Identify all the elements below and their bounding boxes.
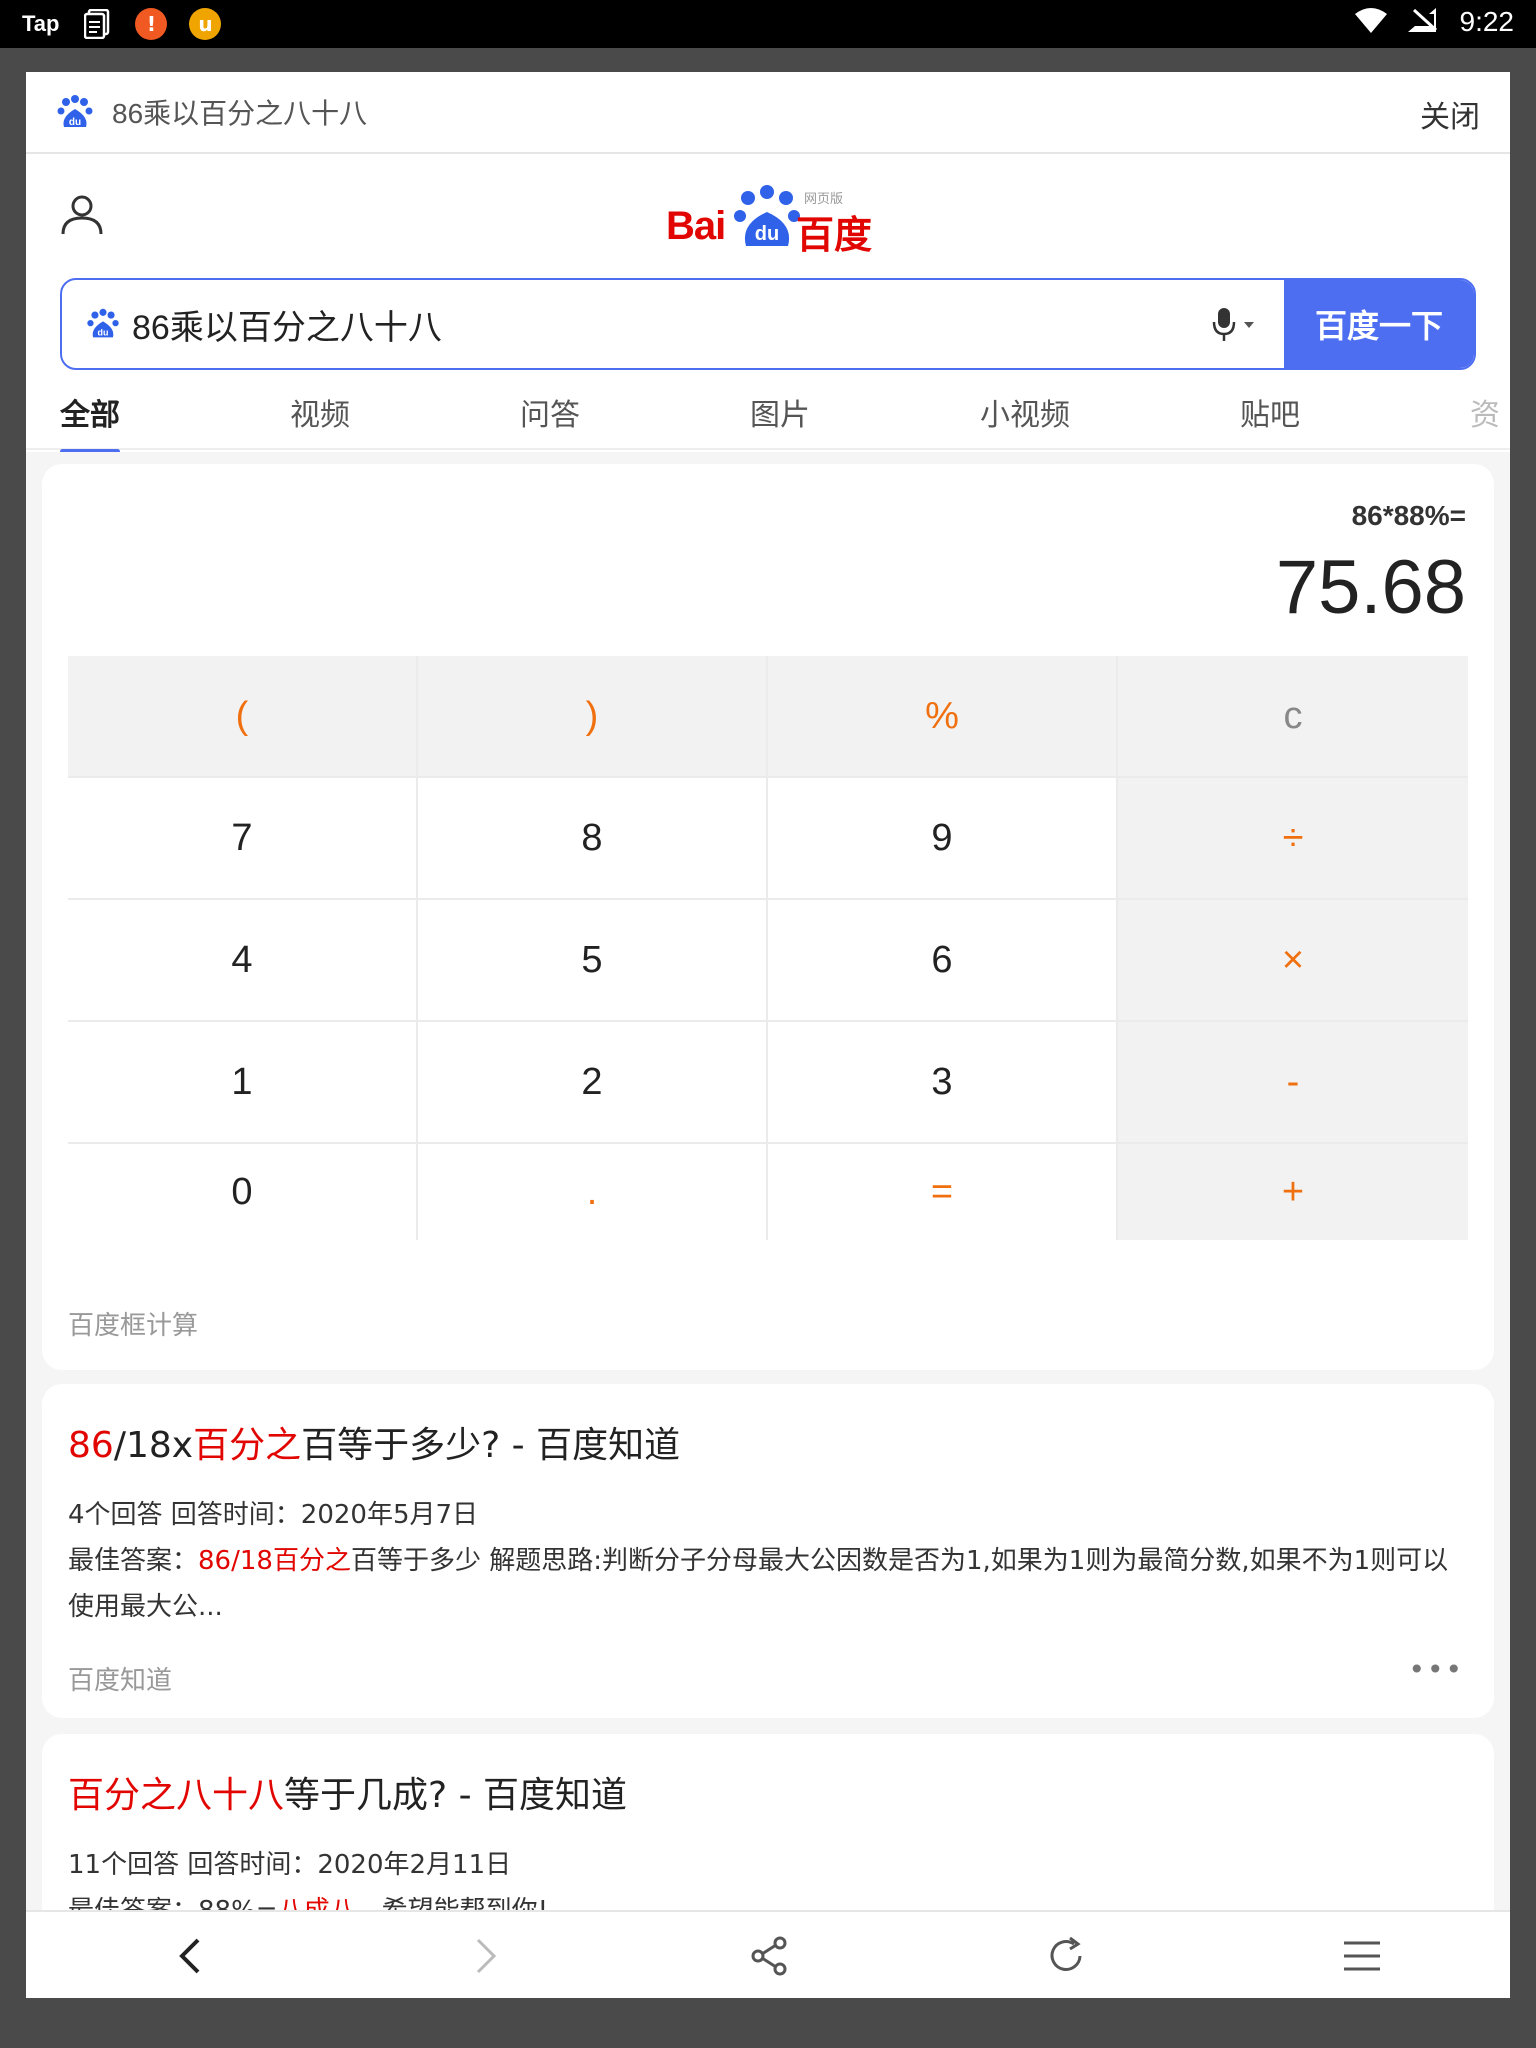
u-app-icon: u bbox=[189, 8, 222, 40]
search-box: du 86乘以百分之八十八 百度一下 bbox=[60, 278, 1476, 370]
tab-video[interactable]: 视频 bbox=[290, 390, 350, 434]
warning-icon: ! bbox=[135, 8, 168, 40]
key-8[interactable]: 8 bbox=[418, 778, 768, 900]
calc-expression: 86*88%= bbox=[1351, 500, 1466, 531]
refresh-icon[interactable] bbox=[1042, 1932, 1090, 1980]
logo-du: du bbox=[755, 223, 779, 245]
back-icon[interactable] bbox=[168, 1932, 216, 1980]
key-plus[interactable]: + bbox=[1118, 1144, 1468, 1240]
query-text: 86乘以百分之八十八 bbox=[112, 98, 368, 129]
bottom-toolbar bbox=[26, 1910, 1510, 1998]
logo-bai: Bai bbox=[666, 204, 726, 248]
result-answer: 最佳答案：88%=八成八，希望能帮到你! bbox=[68, 1896, 549, 1912]
search-button[interactable]: 百度一下 bbox=[1284, 280, 1474, 368]
browser-window: du 86乘以百分之八十八 关闭 Bai du 网页版 百度 du 86乘以百分… bbox=[26, 72, 1510, 1998]
key-9[interactable]: 9 bbox=[768, 778, 1118, 900]
key-7[interactable]: 7 bbox=[68, 778, 418, 900]
tab-short-video[interactable]: 小视频 bbox=[980, 390, 1070, 434]
microphone-icon[interactable] bbox=[1208, 304, 1264, 344]
user-icon[interactable] bbox=[60, 192, 104, 236]
forward-icon[interactable] bbox=[460, 1932, 508, 1980]
key-clear[interactable]: c bbox=[1118, 656, 1468, 778]
key-close-paren[interactable]: ) bbox=[418, 656, 768, 778]
search-input[interactable]: 86乘以百分之八十八 bbox=[132, 300, 1208, 349]
key-percent[interactable]: % bbox=[768, 656, 1118, 778]
key-open-paren[interactable]: ( bbox=[68, 656, 418, 778]
svg-text:du: du bbox=[98, 328, 109, 338]
result-source: 百度知道 bbox=[68, 1666, 173, 1696]
logo-baidu-cn: 百度 bbox=[796, 213, 873, 257]
share-icon[interactable] bbox=[746, 1932, 794, 1980]
key-1[interactable]: 1 bbox=[68, 1022, 418, 1144]
key-3[interactable]: 3 bbox=[768, 1022, 1118, 1144]
tab-more[interactable]: 资 bbox=[1470, 390, 1500, 434]
result-title[interactable]: 百分之八十八等于几成? - 百度知道 bbox=[68, 1766, 1468, 1818]
search-result-1: 86/18x百分之百等于多少? - 百度知道 4个回答 回答时间：2020年5月… bbox=[42, 1384, 1494, 1718]
clock: 9:22 bbox=[1459, 6, 1515, 37]
key-4[interactable]: 4 bbox=[68, 900, 418, 1022]
search-result-2: 百分之八十八等于几成? - 百度知道 11个回答 回答时间：2020年2月11日… bbox=[42, 1734, 1494, 1912]
key-minus[interactable]: - bbox=[1118, 1022, 1468, 1144]
search-paw-icon: du bbox=[86, 307, 120, 341]
wifi-icon bbox=[1354, 6, 1388, 38]
more-options-icon[interactable]: ••• bbox=[1408, 1653, 1464, 1686]
key-2[interactable]: 2 bbox=[418, 1022, 768, 1144]
tab-qa[interactable]: 问答 bbox=[520, 390, 580, 434]
baidu-logo: Bai du 网页版 百度 bbox=[666, 184, 886, 257]
no-signal-icon bbox=[1406, 6, 1442, 38]
tab-tieba[interactable]: 贴吧 bbox=[1240, 390, 1300, 434]
key-multiply[interactable]: × bbox=[1118, 900, 1468, 1022]
tap-app-label: Tap bbox=[22, 11, 60, 36]
results-area: 86*88%= 75.68 ( ) % c 7 8 9 ÷ 4 5 6 × 1 … bbox=[26, 452, 1510, 1912]
key-divide[interactable]: ÷ bbox=[1118, 778, 1468, 900]
svg-text:du: du bbox=[69, 117, 81, 128]
header: Bai du 网页版 百度 bbox=[26, 154, 1510, 274]
result-answer: 最佳答案：86/18百分之百等于多少 解题思路:判断分子分母最大公因数是否为1,… bbox=[68, 1546, 1449, 1622]
calc-source: 百度框计算 bbox=[68, 1311, 199, 1341]
key-6[interactable]: 6 bbox=[768, 900, 1118, 1022]
result-title[interactable]: 86/18x百分之百等于多少? - 百度知道 bbox=[68, 1416, 1468, 1468]
key-0[interactable]: 0 bbox=[68, 1144, 418, 1240]
logo-paw-icon: du bbox=[732, 184, 802, 250]
search-tabs: 全部 视频 问答 图片 小视频 贴吧 资 bbox=[26, 370, 1510, 454]
status-bar: Tap ! u 9:22 bbox=[0, 0, 1536, 48]
document-icon bbox=[81, 8, 113, 40]
calculator-card: 86*88%= 75.68 ( ) % c 7 8 9 ÷ 4 5 6 × 1 … bbox=[42, 464, 1494, 1370]
result-meta: 4个回答 回答时间：2020年5月7日 bbox=[68, 1500, 479, 1530]
tab-images[interactable]: 图片 bbox=[750, 390, 810, 434]
key-decimal[interactable]: . bbox=[418, 1144, 768, 1240]
calc-result: 75.68 bbox=[1275, 545, 1466, 630]
query-bar: du 86乘以百分之八十八 关闭 bbox=[26, 72, 1510, 154]
result-meta: 11个回答 回答时间：2020年2月11日 bbox=[68, 1850, 512, 1880]
key-5[interactable]: 5 bbox=[418, 900, 768, 1022]
calc-keypad: ( ) % c 7 8 9 ÷ 4 5 6 × 1 2 3 - 0 . = + bbox=[68, 656, 1468, 1240]
baidu-paw-icon: du bbox=[56, 93, 94, 131]
tab-all[interactable]: 全部 bbox=[60, 390, 120, 454]
close-button[interactable]: 关闭 bbox=[1420, 92, 1480, 136]
menu-icon[interactable] bbox=[1338, 1932, 1386, 1980]
key-equals[interactable]: = bbox=[768, 1144, 1118, 1240]
